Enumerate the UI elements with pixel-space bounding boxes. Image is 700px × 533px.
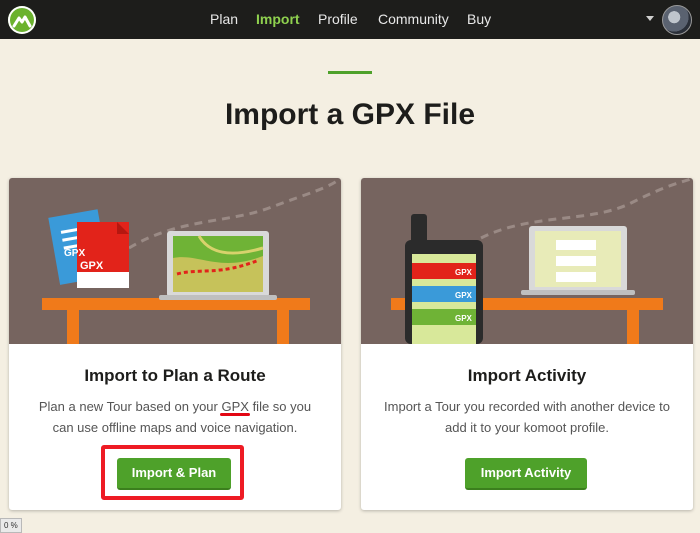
komoot-logo-icon[interactable] <box>8 6 36 34</box>
gpx-highlight: GPX <box>221 399 249 414</box>
card-import-activity: GPX GPX GPX Import Activity Import a Tou… <box>361 178 693 510</box>
top-navigation-bar: Plan Import Profile Community Buy <box>0 0 700 39</box>
nav-item-buy[interactable]: Buy <box>467 11 491 27</box>
nav-item-plan[interactable]: Plan <box>210 11 238 27</box>
gpx-file-label: GPX <box>64 248 85 259</box>
card-title: Import to Plan a Route <box>84 366 266 385</box>
page-title: Import a GPX File <box>224 98 476 131</box>
activity-illustration: GPX GPX GPX <box>361 178 693 344</box>
nav-item-profile[interactable]: Profile <box>318 11 358 27</box>
gpx-badge: GPX <box>455 268 473 277</box>
chevron-down-icon[interactable] <box>646 16 654 21</box>
plan-illustration: GPX GPX <box>9 178 341 344</box>
gpx-badge: GPX <box>455 314 473 323</box>
nav-item-import[interactable]: Import <box>256 11 300 27</box>
annotation-highlight-box <box>101 445 244 500</box>
nav-item-community[interactable]: Community <box>378 11 449 27</box>
import-activity-button[interactable]: Import Activity <box>465 458 587 490</box>
card-title: Import Activity <box>467 366 587 385</box>
card-description: Plan a new Tour based on your GPX file s… <box>38 399 312 435</box>
title-accent-line <box>328 71 372 74</box>
gpx-file-label: GPX <box>80 260 104 272</box>
user-menu[interactable] <box>646 5 692 35</box>
card-description: Import a Tour you recorded with another … <box>384 399 670 435</box>
gpx-badge: GPX <box>455 291 473 300</box>
avatar[interactable] <box>662 5 692 35</box>
